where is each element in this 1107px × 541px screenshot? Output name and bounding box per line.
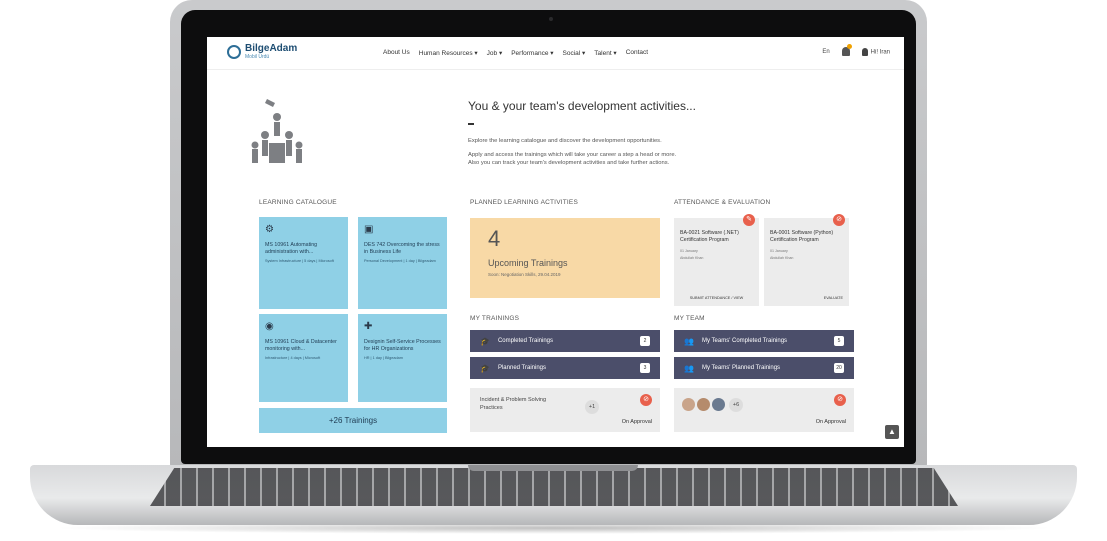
more-trainings-button[interactable]: +26 Trainings: [259, 408, 447, 433]
camera-icon: [549, 17, 553, 21]
notification-dot: [846, 44, 852, 49]
menu-about[interactable]: About Us: [383, 49, 410, 57]
monitor-icon: ▣: [364, 224, 374, 235]
planned-trainings-bar[interactable]: 🎓 Planned Trainings 3: [470, 357, 660, 379]
catalogue-tile[interactable]: ▣ DES 742 Overcoming the stress in Busin…: [358, 217, 447, 309]
hero-line-3: Also you can track your team's developme…: [468, 160, 670, 166]
pending-training-title: Incident & Problem Solving Practices: [480, 397, 547, 411]
hero-description: Explore the learning catalogue and disco…: [468, 137, 768, 167]
screen: BilgeAdam Mobil Ürdü About Us Human Reso…: [207, 37, 904, 447]
team-planned-label: My Teams' Planned Trainings: [701, 365, 781, 371]
team-completed-label: My Teams' Completed Trainings: [701, 338, 788, 344]
approval-status: On Approval: [621, 419, 652, 425]
attendance-date: 01 January: [680, 249, 698, 253]
attendance-card[interactable]: ✎ BA-0021 Software (.NET) Certification …: [674, 214, 759, 306]
hero-line-2: Apply and access the trainings which wil…: [468, 152, 677, 158]
graduation-cap-icon: 🎓: [480, 363, 490, 373]
team-illustration-icon: [251, 99, 303, 163]
team-icon: 👥: [684, 363, 694, 373]
tile-title: DES 742 Overcoming the stress in Busines…: [364, 242, 440, 255]
menu-contact[interactable]: Contact: [626, 49, 648, 57]
menu-performance[interactable]: Performance ▾: [511, 49, 553, 57]
avatar[interactable]: [682, 398, 695, 411]
attendance-date: 01 January: [770, 249, 788, 253]
tile-meta: System Infrastructure | 5 days | Microso…: [265, 259, 334, 263]
add-user-icon: ✚: [364, 321, 373, 332]
planned-trainings-count: 3: [640, 363, 650, 373]
team-planned-count: 20: [834, 363, 844, 373]
attendance-trainer: Abdullah Khan: [680, 256, 704, 260]
completed-trainings-label: Completed Trainings: [497, 338, 553, 344]
catalogue-tile[interactable]: ◉ MS 10961 Cloud & Datacenter monitoring…: [259, 314, 348, 402]
page-title: You & your team's development activities…: [468, 99, 696, 113]
brand-sub: Mobil Ürdü: [245, 54, 270, 60]
scroll-top-button[interactable]: ▲: [885, 425, 899, 439]
keyboard: [150, 468, 958, 506]
attendance-card[interactable]: ⊘ BA-0001 Software (Python) Certificatio…: [764, 214, 849, 306]
completed-trainings-count: 2: [640, 336, 650, 346]
catalogue-tile[interactable]: ⚙ MS 10961 Automating administration wit…: [259, 217, 348, 309]
my-trainings-heading: MY TRAININGS: [470, 315, 520, 322]
submit-attendance-button[interactable]: SUBMIT ATTENDANCE / VIEW: [674, 296, 759, 300]
main-menu: About Us Human Resources ▾ Job ▾ Perform…: [383, 49, 648, 57]
nav-right: En Hi! Iran: [822, 44, 890, 56]
tile-title: Designin Self-Service Processes for HR O…: [364, 339, 441, 352]
brand-name: BilgeAdam: [245, 43, 298, 54]
more-members-badge: +6: [729, 398, 743, 412]
menu-talent[interactable]: Talent ▾: [594, 49, 616, 57]
graduation-cap-icon: 🎓: [480, 336, 490, 346]
evaluate-icon[interactable]: ⊘: [833, 214, 845, 226]
attendance-trainer: Abdullah Khan: [770, 256, 794, 260]
menu-hr[interactable]: Human Resources ▾: [419, 49, 478, 57]
planned-heading: PLANNED LEARNING ACTIVITIES: [470, 199, 578, 206]
gear-icon: ⚙: [265, 224, 274, 235]
planned-trainings-label: Planned Trainings: [497, 365, 547, 371]
search-icon: ◉: [265, 321, 274, 332]
menu-job[interactable]: Job ▾: [487, 49, 503, 57]
team-pending-card[interactable]: +6 ⊘ On Approval: [674, 388, 854, 432]
tile-title: MS 10961 Cloud & Datacenter monitoring w…: [265, 339, 337, 352]
laptop-hinge: [468, 465, 638, 471]
my-team-heading: MY TEAM: [674, 315, 705, 322]
evaluate-button[interactable]: EVALUATE: [764, 296, 849, 300]
team-planned-bar[interactable]: 👥 My Teams' Planned Trainings 20: [674, 357, 854, 379]
upcoming-trainings-card[interactable]: 4 Upcoming Trainings Soon: Negotiation S…: [470, 218, 660, 298]
attendance-title: BA-0001 Software (Python) Certification …: [770, 230, 834, 243]
team-completed-count: 5: [834, 336, 844, 346]
avatar[interactable]: [712, 398, 725, 411]
brand-logo[interactable]: BilgeAdam Mobil Ürdü: [227, 44, 297, 60]
team-icon: 👥: [684, 336, 694, 346]
catalogue-heading: LEARNING CATALOGUE: [259, 199, 337, 206]
user-name: Hi! Iran: [870, 49, 890, 56]
completed-trainings-bar[interactable]: 🎓 Completed Trainings 2: [470, 330, 660, 352]
team-completed-bar[interactable]: 👥 My Teams' Completed Trainings 5: [674, 330, 854, 352]
user-menu[interactable]: Hi! Iran: [861, 47, 890, 56]
notification-bell-icon[interactable]: [841, 44, 852, 56]
avatar[interactable]: [697, 398, 710, 411]
upcoming-count: 4: [488, 226, 501, 251]
tile-title: MS 10961 Automating administration with.…: [265, 242, 318, 255]
team-approval-status: On Approval: [815, 419, 846, 425]
edit-icon[interactable]: ✎: [743, 214, 755, 226]
top-navbar: BilgeAdam Mobil Ürdü About Us Human Reso…: [207, 37, 904, 70]
upcoming-next: Soon: Negotiation Skills, 29.04.2019: [488, 272, 561, 277]
menu-social[interactable]: Social ▾: [563, 49, 586, 57]
tile-meta: Personal Development | 1 day | Bilgeadam: [364, 259, 436, 263]
hero-line-1: Explore the learning catalogue and disco…: [468, 138, 662, 144]
catalogue-tile[interactable]: ✚ Designin Self-Service Processes for HR…: [358, 314, 447, 402]
title-divider: [468, 123, 474, 125]
cancel-icon[interactable]: ⊘: [640, 394, 652, 406]
tile-meta: HR | 1 day | Bilgeadam: [364, 356, 403, 360]
upcoming-label: Upcoming Trainings: [488, 258, 568, 268]
logo-icon: [227, 45, 241, 59]
language-switch[interactable]: En: [822, 49, 829, 55]
pending-training-card[interactable]: Incident & Problem Solving Practices +1 …: [470, 388, 660, 432]
user-icon: [861, 47, 868, 56]
attendance-heading: ATTENDANCE & EVALUATION: [674, 199, 771, 206]
more-count-badge: +1: [585, 400, 599, 414]
tile-meta: Infrastructure | 4 days | Microsoft: [265, 356, 321, 360]
cancel-icon[interactable]: ⊘: [834, 394, 846, 406]
attendance-title: BA-0021 Software (.NET) Certification Pr…: [680, 230, 739, 243]
